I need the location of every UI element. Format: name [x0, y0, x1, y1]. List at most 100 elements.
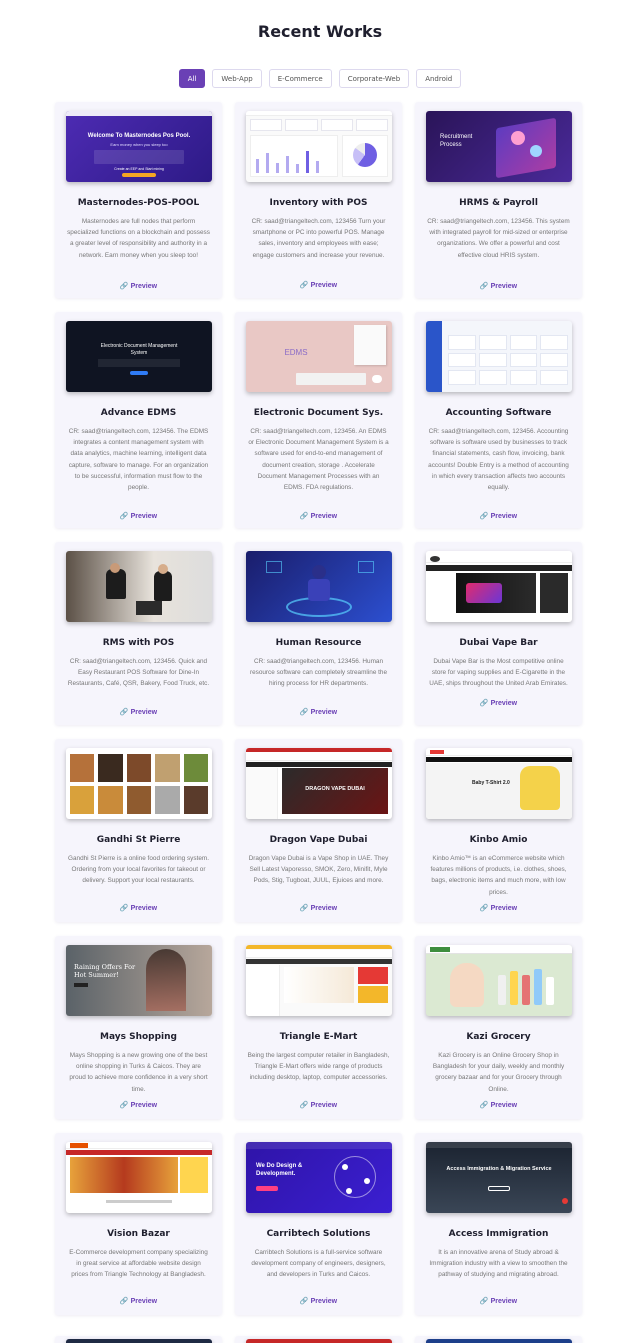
link-icon: 🔗: [299, 513, 309, 520]
project-description: Mays Shopping is a new growing one of th…: [69, 1052, 208, 1093]
project-thumbnail[interactable]: [246, 551, 392, 622]
filter-e-commerce[interactable]: E-Commerce: [268, 69, 332, 88]
link-icon: 🔗: [119, 1102, 129, 1109]
project-card: Recruitment Process HRMS & Payroll CR: s…: [415, 102, 582, 298]
project-thumbnail[interactable]: [426, 945, 572, 1016]
project-thumbnail[interactable]: Raining Offers For Hot Summer!: [66, 945, 212, 1016]
preview-link[interactable]: 🔗 Preview: [55, 1101, 222, 1109]
project-card: RMS with POS CR: saad@triangeltech.com, …: [55, 542, 222, 725]
thumb-heading: Access Immigration & Migration Service: [446, 1166, 552, 1172]
project-thumbnail[interactable]: Recruitment Process: [426, 111, 572, 182]
preview-link[interactable]: 🔗 Preview: [415, 1297, 582, 1305]
project-title: Kinbo Amio: [469, 835, 528, 845]
preview-link[interactable]: 🔗 Preview: [235, 708, 402, 716]
project-thumbnail[interactable]: [426, 551, 572, 622]
thumb-heading: Recruitment Process: [440, 134, 473, 148]
project-card: We Do Design & Development. Carribtech S…: [235, 1133, 402, 1315]
project-description: CR: saad@triangeltech.com, 123456. This …: [427, 218, 570, 259]
filter-web-app[interactable]: Web-App: [212, 69, 262, 88]
project-thumbnail[interactable]: [66, 1339, 212, 1343]
preview-link[interactable]: 🔗 Preview: [235, 904, 402, 912]
project-thumbnail[interactable]: [66, 551, 212, 622]
project-thumbnail[interactable]: [66, 748, 212, 819]
project-card: Raining Offers For Hot Summer! Mays Shop…: [55, 936, 222, 1119]
filter-bar: All Web-App E-Commerce Corporate-Web And…: [0, 69, 640, 88]
project-thumbnail[interactable]: [246, 945, 392, 1016]
filter-all[interactable]: All: [178, 69, 206, 88]
project-thumbnail[interactable]: Baby T-Shirt 2.0: [426, 748, 572, 819]
project-description: CR: saad@triangeltech.com, 123456 Turn y…: [251, 218, 386, 259]
project-title: Advance EDMS: [100, 408, 177, 418]
preview-link[interactable]: 🔗 Preview: [415, 1101, 582, 1109]
preview-link[interactable]: 🔗 Preview: [235, 1101, 402, 1109]
project-title: Masternodes-POS-POOL: [77, 198, 200, 208]
project-thumbnail[interactable]: [426, 321, 572, 392]
project-thumbnail[interactable]: We Do Design & Development.: [246, 1142, 392, 1213]
project-description: CR: saad@triangeltech.com, 123456. An ED…: [248, 428, 389, 492]
project-card: Access Immigration & Migration Service A…: [415, 1133, 582, 1315]
project-title: Human Resource: [275, 638, 362, 648]
project-title: Mays Shopping: [99, 1032, 177, 1042]
project-description: Kazi Grocery is an Online Grocery Shop i…: [432, 1052, 565, 1093]
project-title: Gandhi St Pierre: [96, 835, 181, 845]
project-thumbnail[interactable]: [66, 1142, 212, 1213]
project-description: Dragon Vape Dubai is a Vape Shop in UAE.…: [248, 855, 389, 885]
preview-link[interactable]: 🔗 Preview: [415, 512, 582, 520]
project-card: Vision Bazar E-Commerce development comp…: [55, 1133, 222, 1315]
project-description: It is an innovative arena of Study abroa…: [429, 1249, 568, 1279]
project-thumbnail[interactable]: [246, 1339, 392, 1343]
preview-link[interactable]: 🔗 Preview: [235, 1297, 402, 1305]
preview-link[interactable]: 🔗 Preview: [55, 1297, 222, 1305]
filter-android[interactable]: Android: [416, 69, 462, 88]
link-icon: 🔗: [299, 282, 309, 289]
link-icon: 🔗: [119, 1298, 129, 1305]
project-description: Carribtech Solutions is a full-service s…: [251, 1249, 386, 1279]
project-card: Inventory with POS CR: saad@triangeltech…: [235, 102, 402, 298]
page-title: Recent Works: [257, 22, 383, 41]
project-thumbnail[interactable]: EDMS: [246, 321, 392, 392]
portfolio-grid: Welcome To Masternodes Pos Pool. Earn mo…: [55, 102, 582, 1329]
project-description: Being the largest computer retailer in B…: [247, 1052, 390, 1082]
project-thumbnail[interactable]: Access Immigration & Migration Service: [426, 1142, 572, 1213]
preview-link[interactable]: 🔗 Preview: [55, 282, 222, 290]
project-thumbnail[interactable]: DRAGON VAPE DUBAI: [246, 748, 392, 819]
project-card: [415, 1336, 582, 1343]
project-card: Kazi Grocery Kazi Grocery is an Online G…: [415, 936, 582, 1119]
preview-link[interactable]: 🔗 Preview: [415, 282, 582, 290]
project-description: Kinbo Amio™ is an eCommerce website whic…: [430, 855, 567, 896]
preview-link[interactable]: 🔗 Preview: [235, 512, 402, 520]
link-icon: 🔗: [479, 1102, 489, 1109]
project-card: [235, 1336, 402, 1343]
preview-link[interactable]: 🔗 Preview: [55, 904, 222, 912]
project-card: Electronic Document Management System Ad…: [55, 312, 222, 528]
project-title: Dubai Vape Bar: [459, 638, 538, 648]
link-icon: 🔗: [299, 709, 309, 716]
project-description: CR: saad@triangeltech.com, 123456. Human…: [249, 658, 388, 688]
project-thumbnail[interactable]: Welcome To Masternodes Pos Pool. Earn mo…: [66, 111, 212, 182]
project-title: Vision Bazar: [107, 1229, 170, 1239]
thumb-subheading: Earn money when you sleep too: [110, 142, 168, 147]
project-thumbnail[interactable]: Electronic Document Management System: [66, 321, 212, 392]
next-row-partial: [55, 1336, 582, 1343]
project-card: Gandhi St Pierre Gandhi St Pierre is a o…: [55, 739, 222, 922]
project-title: Electronic Document Sys.: [253, 408, 384, 418]
project-title: Dragon Vape Dubai: [269, 835, 368, 845]
project-card: EDMS Electronic Document Sys. CR: saad@t…: [235, 312, 402, 528]
thumb-heading: EDMS: [284, 348, 308, 357]
preview-link[interactable]: 🔗 Preview: [235, 281, 402, 289]
thumb-heading: Raining Offers For Hot Summer!: [74, 963, 136, 979]
project-title: Inventory with POS: [269, 198, 368, 208]
preview-link[interactable]: 🔗 Preview: [415, 904, 582, 912]
preview-link[interactable]: 🔗 Preview: [55, 708, 222, 716]
filter-corporate-web[interactable]: Corporate-Web: [338, 69, 410, 88]
thumb-cta: Create an EEP and Start mining: [114, 167, 164, 171]
project-thumbnail[interactable]: [426, 1339, 572, 1343]
project-thumbnail[interactable]: [246, 111, 392, 182]
project-card: Accounting Software CR: saad@triangeltec…: [415, 312, 582, 528]
project-description: E-Commerce development company specializ…: [69, 1249, 208, 1279]
project-title: Carribtech Solutions: [266, 1229, 371, 1239]
preview-link[interactable]: 🔗 Preview: [55, 512, 222, 520]
project-card: DRAGON VAPE DUBAI Dragon Vape Dubai Drag…: [235, 739, 402, 922]
preview-link[interactable]: 🔗 Preview: [415, 699, 582, 707]
project-title: Accounting Software: [445, 408, 552, 418]
